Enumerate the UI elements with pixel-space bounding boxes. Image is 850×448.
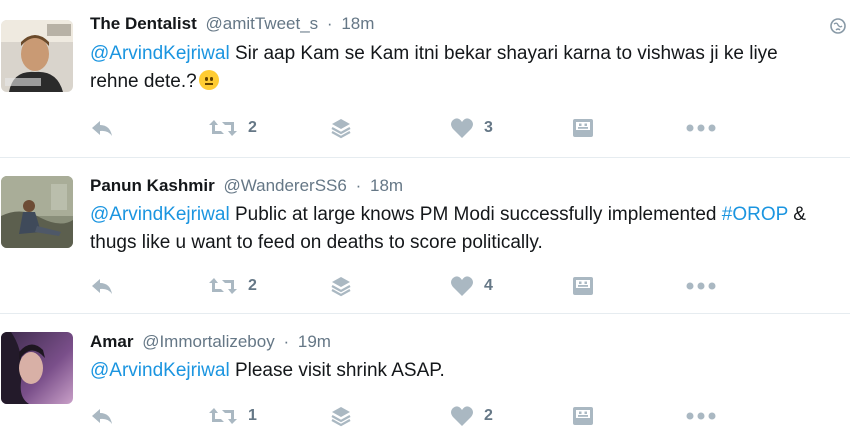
layers-icon [331,407,351,427]
card-icon [573,277,593,295]
card-button[interactable] [572,116,594,140]
tweet-text: @ArvindKejriwal Please visit shrink ASAP… [90,357,830,385]
more-button[interactable] [686,404,716,428]
tweet-header: The Dentalist @amitTweet_s · 18m [90,14,374,34]
tweet-item[interactable]: Amar @Immortalizeboy · 19m @ArvindKejriw… [0,314,850,448]
user-handle[interactable]: @WandererSS6 [223,176,346,195]
retweet-count: 2 [248,277,257,294]
like-count: 3 [484,119,493,136]
layers-button[interactable] [330,274,352,298]
retweet-button[interactable]: 2 [208,274,257,298]
like-button[interactable]: 2 [450,404,493,428]
hashtag-link[interactable]: #OROP [722,204,788,225]
card-icon [573,119,593,137]
tweet-header: Amar @Immortalizeboy · 19m [90,332,331,352]
tweet-header: Panun Kashmir @WandererSS6 · 18m [90,176,403,196]
tweet-timeline: The Dentalist @amitTweet_s · 18m @Arvind… [0,0,850,448]
tweet-actions: 2 4 [90,274,740,298]
like-button[interactable]: 3 [450,116,493,140]
reply-button[interactable] [90,404,114,428]
more-button[interactable] [686,116,716,140]
card-button[interactable] [572,274,594,298]
separator-dot: · [283,332,290,351]
tweet-item[interactable]: Panun Kashmir @WandererSS6 · 18m @Arvind… [0,158,850,314]
more-button[interactable] [686,274,716,298]
tweet-item[interactable]: The Dentalist @amitTweet_s · 18m @Arvind… [0,0,850,158]
layers-button[interactable] [330,116,352,140]
avatar[interactable] [1,176,73,248]
reply-icon [92,279,112,294]
like-button[interactable]: 4 [450,274,493,298]
user-fullname[interactable]: Panun Kashmir [90,176,215,195]
like-count: 4 [484,277,493,294]
tweet-text: @ArvindKejriwal Public at large knows PM… [90,201,830,257]
reply-button[interactable] [90,116,114,140]
retweet-count: 2 [248,119,257,136]
card-icon [573,407,593,425]
more-icon [686,282,716,290]
user-fullname[interactable]: Amar [90,332,133,351]
user-fullname[interactable]: The Dentalist [90,14,197,33]
user-handle[interactable]: @Immortalizeboy [142,332,275,351]
retweet-count: 1 [248,407,257,424]
card-button[interactable] [572,404,594,428]
retweet-icon [209,120,237,136]
tweet-timestamp[interactable]: 19m [298,332,331,351]
tweet-body: Please visit shrink ASAP. [234,360,445,381]
heart-icon [451,276,473,296]
person-avatar-image [1,20,73,92]
mention-link[interactable]: @ArvindKejriwal [90,204,230,225]
retweet-button[interactable]: 2 [208,116,257,140]
tweet-timestamp[interactable]: 18m [370,176,403,195]
person-avatar-image [1,176,73,248]
retweet-button[interactable]: 1 [208,404,257,428]
mention-link[interactable]: @ArvindKejriwal [90,360,230,381]
mention-link[interactable]: @ArvindKejriwal [90,43,230,64]
retweet-icon [209,408,237,424]
tweet-actions: 1 2 [90,404,740,428]
retweet-icon [209,278,237,294]
tweet-timestamp[interactable]: 18m [341,14,374,33]
layers-icon [331,119,351,139]
avatar[interactable] [1,332,73,404]
reply-icon [92,121,112,136]
separator-dot: · [326,14,333,33]
avatar[interactable] [1,20,73,92]
reply-icon [92,409,112,424]
globe-icon[interactable] [830,18,846,34]
layers-button[interactable] [330,404,352,428]
layers-icon [331,277,351,297]
neutral-face-icon [198,70,219,90]
heart-icon [451,406,473,426]
person-avatar-image [1,332,73,404]
more-icon [686,412,716,420]
separator-dot: · [355,176,362,195]
more-icon [686,124,716,132]
like-count: 2 [484,407,493,424]
reply-button[interactable] [90,274,114,298]
tweet-text: @ArvindKejriwal Sir aap Kam se Kam itni … [90,40,830,96]
tweet-actions: 2 3 [90,116,740,140]
tweet-body-part1: Public at large knows PM Modi successful… [234,204,717,225]
heart-icon [451,118,473,138]
user-handle[interactable]: @amitTweet_s [205,14,318,33]
